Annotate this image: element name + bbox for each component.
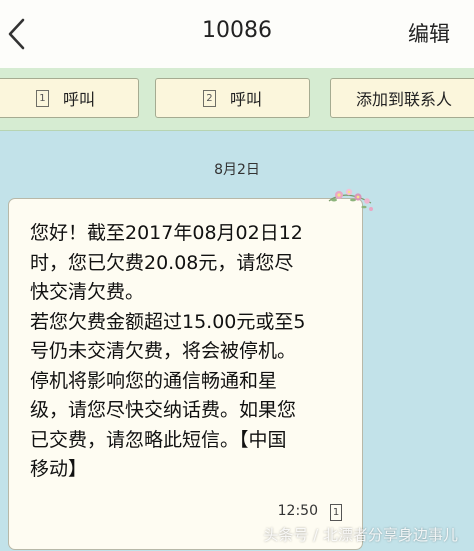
action-bar: 1 呼叫 2 呼叫 添加到联系人 bbox=[0, 68, 474, 131]
message-line: 时，您已欠费20.08元，请您尽 bbox=[30, 251, 294, 274]
message-time: 12:50 bbox=[277, 503, 318, 519]
message-line: 移动】 bbox=[30, 458, 88, 480]
sim1-icon: 1 bbox=[35, 89, 49, 107]
page-title: 10086 bbox=[202, 18, 272, 43]
edit-button[interactable]: 编辑 bbox=[408, 18, 450, 48]
watermark: 头条号 / 北漂者分享身边事儿 bbox=[263, 526, 458, 544]
call-sim1-label: 呼叫 bbox=[62, 90, 95, 109]
message-date: 8月2日 bbox=[214, 162, 260, 178]
add-to-contacts-label: 添加到联系人 bbox=[355, 90, 452, 109]
back-button[interactable] bbox=[4, 16, 32, 52]
message-line: 您好！截至2017年08月02日12 bbox=[30, 222, 303, 244]
message-text: 您好！截至2017年08月02日12 时，您已欠费20.08元，请您尽 快交清欠费。… bbox=[30, 219, 350, 485]
message-bubble[interactable]: 您好！截至2017年08月02日12 时，您已欠费20.08元，请您尽 快交清欠费。… bbox=[8, 198, 363, 550]
message-line: 快交清欠费。 bbox=[30, 281, 145, 303]
sim1-indicator-icon: 1 bbox=[330, 504, 342, 521]
top-bar: 10086 编辑 bbox=[0, 0, 474, 69]
call-sim1-button[interactable]: 1 呼叫 bbox=[0, 78, 139, 118]
message-line: 停机将影响您的通信畅通和星 bbox=[30, 369, 278, 392]
message-line: 号仍未交清欠费，将会被停机。 bbox=[30, 340, 297, 362]
flower-decoration-icon bbox=[328, 188, 373, 211]
call-sim2-label: 呼叫 bbox=[229, 90, 262, 109]
call-sim2-button[interactable]: 2 呼叫 bbox=[155, 78, 310, 118]
message-line: 级，请您尽快交纳话费。如果您 bbox=[30, 399, 297, 421]
chevron-left-icon bbox=[8, 18, 25, 50]
sim2-icon: 2 bbox=[202, 89, 216, 107]
add-to-contacts-button[interactable]: 添加到联系人 bbox=[330, 78, 474, 118]
message-line: 已交费，请忽略此短信。【中国 bbox=[30, 428, 287, 451]
message-line: 若您欠费金额超过15.00元或至5 bbox=[30, 310, 306, 333]
